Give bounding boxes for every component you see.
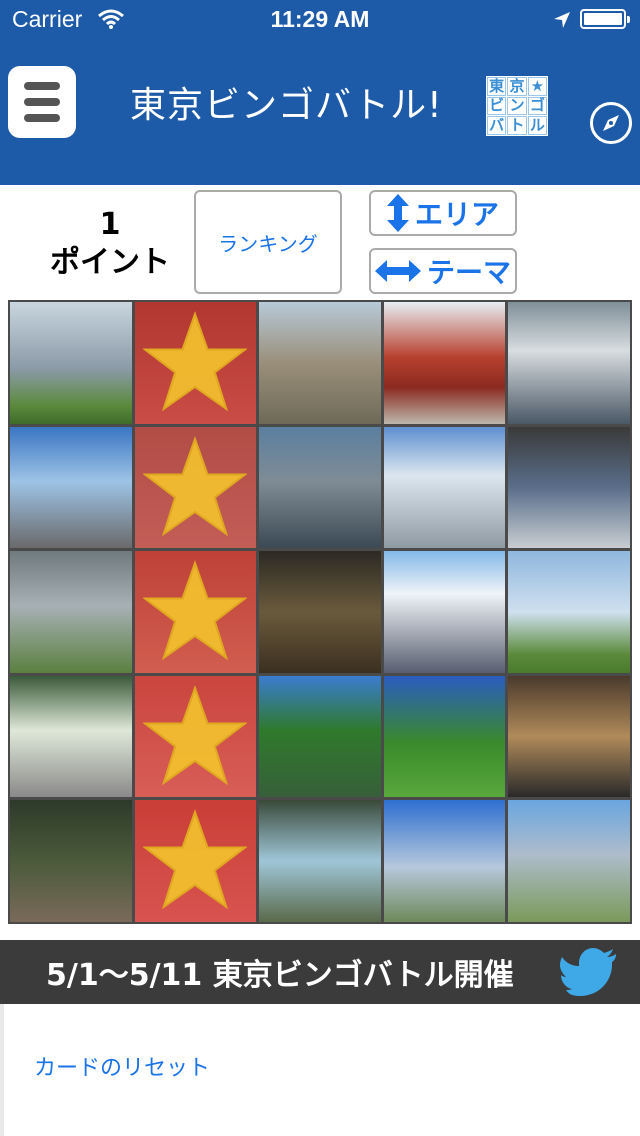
ranking-button[interactable]: ランキング (194, 190, 342, 294)
clock-time: 11:29 AM (270, 6, 370, 32)
bingo-cell-marked[interactable] (134, 800, 257, 922)
bingo-cell-building-photo[interactable] (508, 800, 630, 922)
bingo-cell-plaza-photo[interactable] (259, 800, 381, 922)
battery-icon (580, 9, 630, 29)
app-logo: 東 京 ★ ビ ン ゴ バ ト ル (486, 76, 548, 136)
star-icon (142, 311, 247, 412)
horizontal-arrows-icon (374, 260, 421, 282)
bingo-cell-fence-photo[interactable] (10, 551, 132, 673)
footer-panel: カードのリセット (0, 1004, 640, 1136)
logo-char: ン (507, 96, 527, 116)
bingo-cell-bridge-photo[interactable] (508, 426, 630, 549)
bingo-cell-shrine-photo[interactable] (383, 302, 506, 424)
bingo-cell-gate-photo[interactable] (259, 551, 381, 673)
bingo-cell-marked[interactable] (134, 551, 257, 673)
bingo-cell-torii-photo[interactable] (10, 675, 132, 798)
star-icon (142, 435, 247, 536)
star-icon (142, 809, 247, 910)
logo-char: ト (507, 116, 527, 135)
banner-text: 5/1〜5/11 東京ビンゴバトル開催 (46, 958, 514, 993)
bingo-cell-street-photo[interactable] (10, 426, 132, 549)
vertical-arrows-icon (386, 194, 409, 232)
bingo-cell-building-photo[interactable] (383, 551, 506, 673)
logo-char: ★ (527, 77, 547, 96)
bingo-cell-street-photo[interactable] (383, 426, 506, 549)
theme-button-label: テーマ (426, 256, 511, 289)
theme-button[interactable]: テーマ (369, 248, 517, 294)
bingo-cell-marked[interactable] (134, 302, 257, 424)
score-label: ポイント (50, 244, 170, 280)
nav-bar: 東京ビンゴバトル! 東 京 ★ ビ ン ゴ バ ト ル (0, 40, 640, 185)
bingo-cell-hall-photo[interactable] (508, 675, 630, 798)
score-display: 1 ポイント (40, 206, 180, 281)
bingo-cell-marked[interactable] (134, 675, 257, 798)
bingo-cell-marked[interactable] (134, 426, 257, 549)
app-title: 東京ビンゴバトル! (130, 85, 443, 126)
star-icon (142, 684, 247, 786)
location-arrow-icon (554, 12, 570, 28)
twitter-bird-icon[interactable] (560, 948, 618, 996)
star-icon (142, 560, 247, 661)
bingo-cell-garden-photo[interactable] (383, 675, 506, 798)
status-bar: Carrier 11:29 AM (0, 0, 640, 40)
reset-card-link[interactable]: カードのリセット (34, 1050, 210, 1082)
bingo-grid (8, 300, 632, 924)
bingo-cell-tower-photo[interactable] (383, 800, 506, 922)
logo-char: 東 (487, 77, 507, 96)
area-button-label: エリア (414, 198, 499, 231)
logo-char: ビ (487, 96, 507, 116)
logo-char: ゴ (527, 96, 547, 116)
logo-char: 京 (507, 77, 527, 96)
bingo-cell-bay-photo[interactable] (508, 551, 630, 673)
area-button[interactable]: エリア (369, 190, 517, 236)
bingo-cell-building-photo[interactable] (259, 302, 381, 424)
logo-char: バ (487, 116, 507, 135)
bingo-cell-park-photo[interactable] (259, 675, 381, 798)
bingo-cell-building-photo[interactable] (10, 302, 132, 424)
logo-char: ル (527, 116, 547, 135)
bingo-cell-statue-photo[interactable] (10, 800, 132, 922)
score-value: 1 (99, 207, 121, 242)
compass-icon[interactable] (590, 102, 632, 144)
bingo-cell-station-photo[interactable] (259, 426, 381, 549)
bingo-cell-tower-photo[interactable] (508, 302, 630, 424)
menu-button[interactable] (8, 66, 76, 138)
event-banner[interactable]: 5/1〜5/11 東京ビンゴバトル開催 (0, 940, 640, 1004)
